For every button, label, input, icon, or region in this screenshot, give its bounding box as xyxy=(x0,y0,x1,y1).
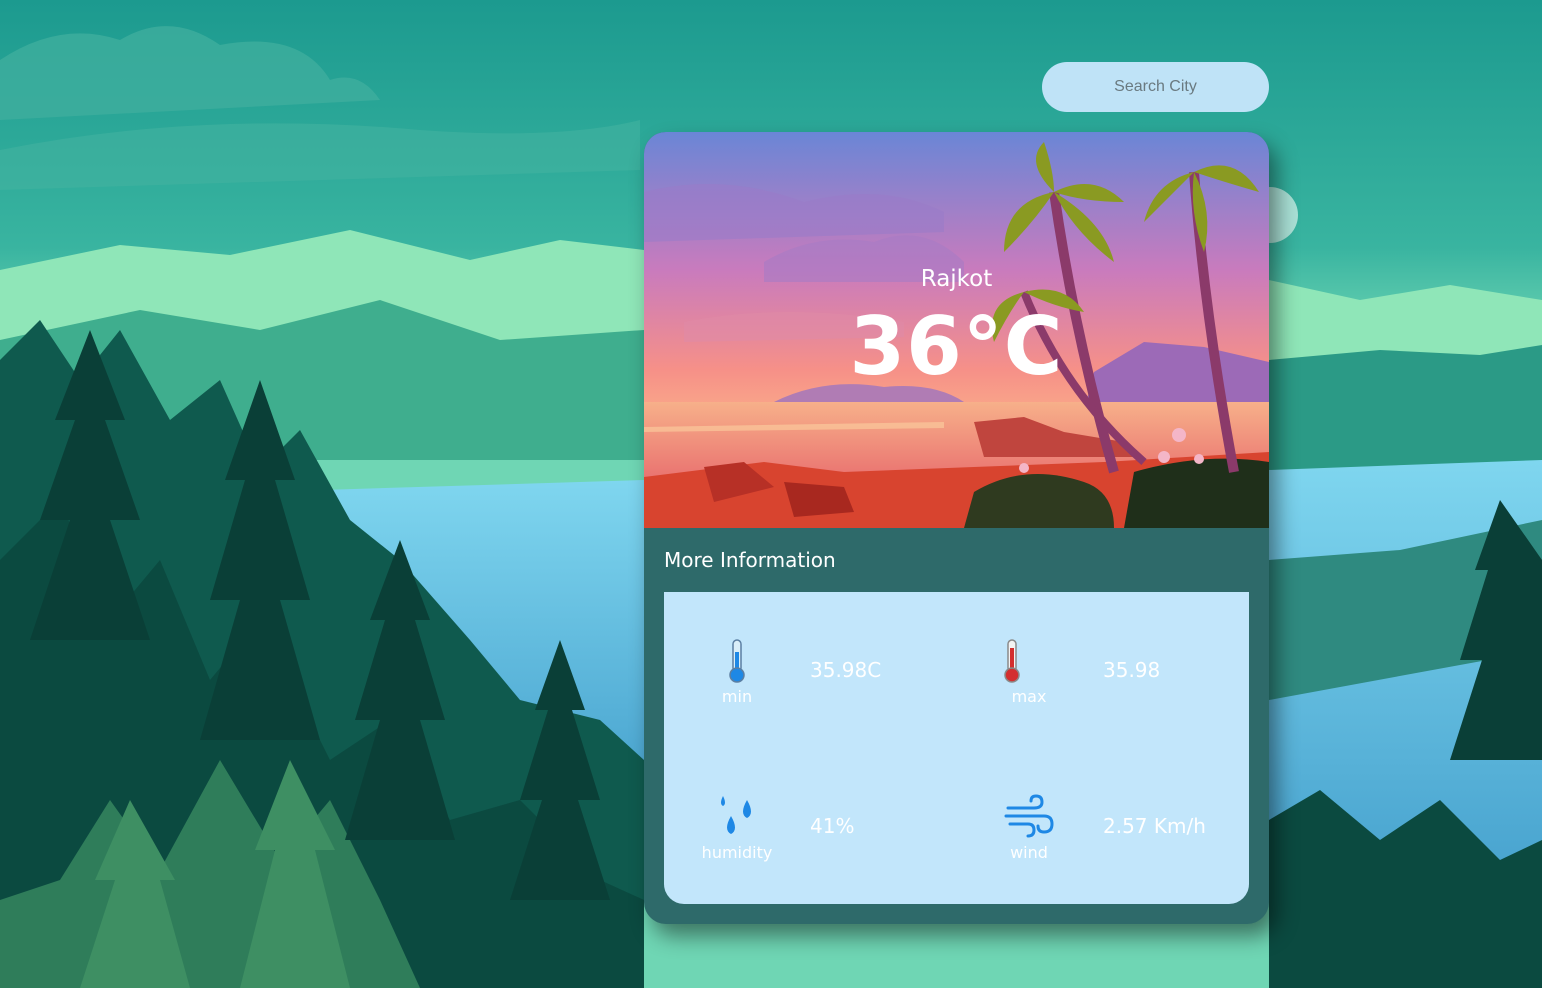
thermometer-cold-icon xyxy=(729,639,745,683)
current-temperature: 36°C xyxy=(849,300,1064,393)
thermometer-hot-icon xyxy=(1004,639,1020,683)
weather-card: Rajkot 36°C More Information min 35.98C … xyxy=(644,132,1269,924)
weather-details-panel: min 35.98C max 35.98 humidity 41% wind 2… xyxy=(664,592,1249,904)
min-value: 35.98C xyxy=(810,658,882,682)
wind-label: wind xyxy=(1010,843,1048,862)
more-information-heading: More Information xyxy=(664,548,836,572)
wind-icon xyxy=(1004,794,1054,838)
max-value: 35.98 xyxy=(1103,658,1161,682)
search-city-input[interactable] xyxy=(1042,62,1269,112)
max-label: max xyxy=(1011,687,1047,706)
humidity-value: 41% xyxy=(810,814,855,838)
min-label: min xyxy=(721,687,753,706)
city-name: Rajkot xyxy=(920,266,993,292)
wind-value: 2.57 Km/h xyxy=(1103,814,1206,838)
humidity-label: humidity xyxy=(701,843,773,862)
water-drops-icon xyxy=(721,796,751,834)
